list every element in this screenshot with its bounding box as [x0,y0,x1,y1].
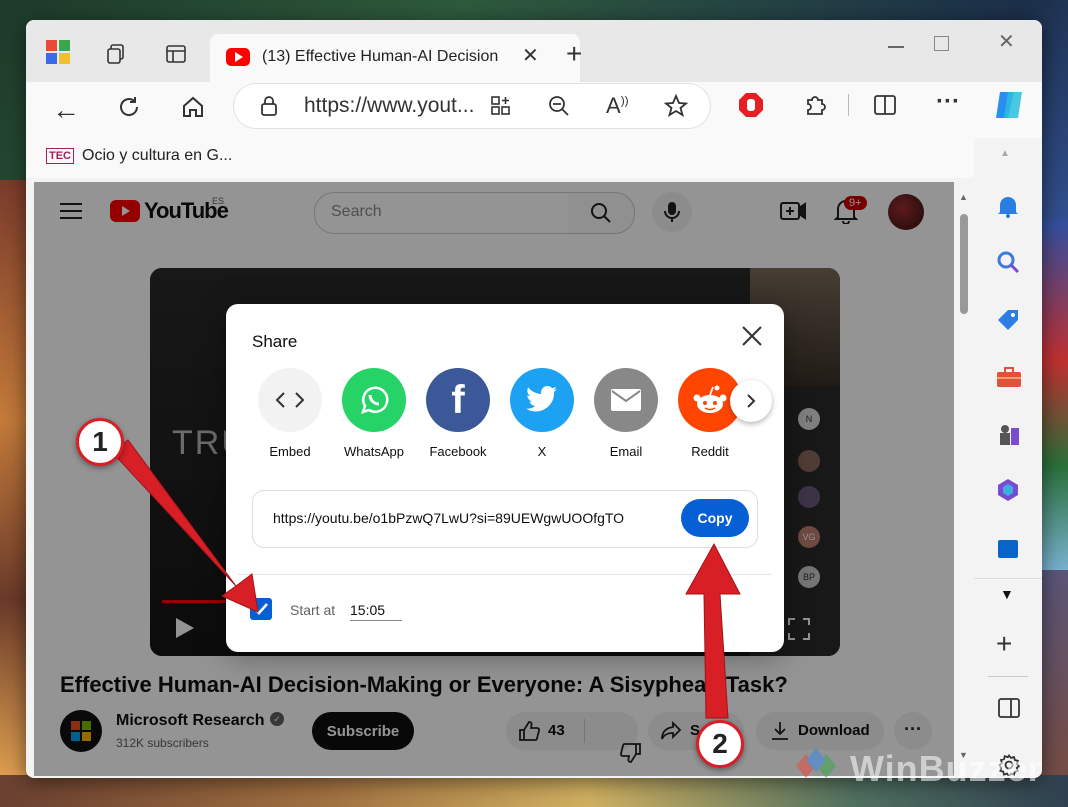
annotation-arrows [111,439,741,719]
winbuzzer-logo-icon [786,746,846,791]
arrow-to-copy [685,542,741,719]
watermark-text: WinBuzzer [850,748,1043,789]
annotation-badge-1: 1 [76,418,124,466]
arrow-to-checkbox [111,439,259,613]
annotation-badge-2: 2 [696,720,744,768]
